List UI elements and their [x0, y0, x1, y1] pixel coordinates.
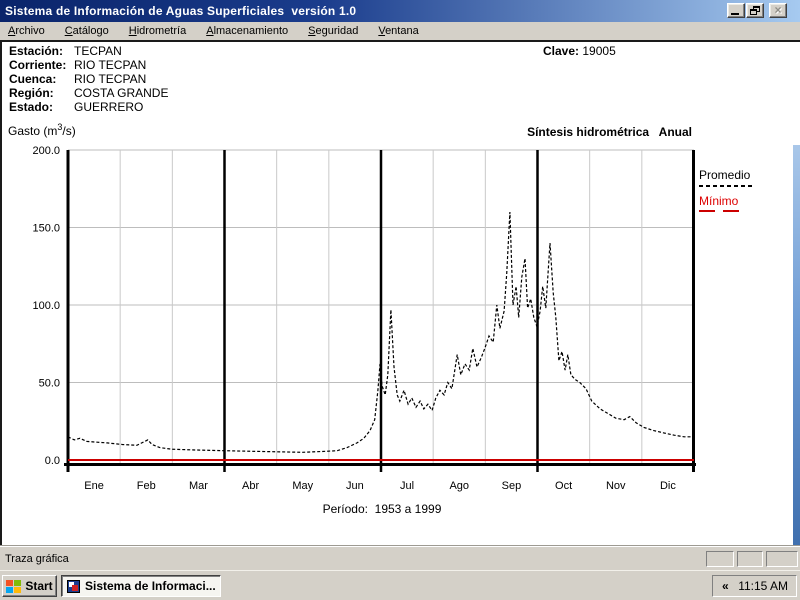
- info-label: Estado:: [9, 100, 54, 114]
- app-icon: [67, 579, 80, 593]
- legend-entry-minimo: Mínimo: [699, 194, 753, 212]
- system-tray: « 11:15 AM: [712, 575, 797, 597]
- y-tick-label: 50.0: [39, 378, 60, 390]
- legend-entry-promedio: Promedio: [699, 168, 753, 187]
- taskbar-clock: 11:15 AM: [738, 579, 788, 593]
- info-label: Cuenca:: [9, 72, 57, 86]
- menu-item-rest: atálogo: [72, 25, 109, 37]
- month-label: Ene: [84, 480, 104, 492]
- chart-legend: Promedio Mínimo: [699, 168, 753, 212]
- station-info-row: Cuenca: RIO TECPAN: [9, 72, 168, 86]
- menu-item-rest: idrometría: [136, 25, 187, 37]
- ylabel-suffix: /s): [62, 124, 76, 138]
- start-button-label: Start: [25, 579, 53, 593]
- info-value: RIO TECPAN: [74, 72, 147, 86]
- menu-item-accel: S: [308, 25, 316, 37]
- menu-item-rest: entana: [385, 25, 419, 37]
- menu-item-almacenamiento[interactable]: Almacenamiento: [201, 24, 293, 38]
- menu-bar: Archivo Catálogo Hidrometría Almacenamiento…: [0, 22, 800, 40]
- month-label: Jun: [346, 480, 364, 492]
- menu-item-rest: eguridad: [315, 25, 359, 37]
- month-label: Jul: [400, 480, 414, 492]
- info-value: GUERRERO: [74, 100, 144, 114]
- info-value: RIO TECPAN: [74, 58, 147, 72]
- screen: Sistema de Información de Aguas Superfic…: [0, 0, 800, 600]
- month-label: Abr: [242, 480, 259, 492]
- month-label: Ago: [449, 480, 469, 492]
- station-info-row: Estación: TECPAN: [9, 44, 168, 58]
- window-title: Sistema de Información de Aguas Superfic…: [5, 4, 357, 18]
- status-panel: [737, 551, 763, 567]
- menu-item-rest: rchivo: [15, 25, 45, 37]
- windows-logo-icon: [6, 579, 22, 593]
- station-clave: Clave: 19005: [543, 44, 616, 58]
- month-label: Feb: [137, 480, 156, 492]
- status-panel: [706, 551, 734, 567]
- menu-item-ventana[interactable]: Ventana: [373, 24, 423, 38]
- clave-value: 19005: [582, 44, 616, 58]
- menu-item-catalogo[interactable]: Catálogo: [60, 24, 114, 38]
- tray-collapse-chevron[interactable]: «: [722, 579, 729, 593]
- info-label: Estación:: [9, 44, 64, 58]
- flag-quadrant: [14, 579, 22, 586]
- content-area: Estación: TECPAN Corriente: RIO TECPAN Cuenc…: [0, 40, 800, 547]
- menu-item-accel: H: [128, 25, 137, 37]
- info-label: Región:: [9, 86, 54, 100]
- menu-item-rest: lmacenamiento: [213, 25, 289, 37]
- month-label: May: [292, 480, 313, 492]
- taskbar-app-button[interactable]: Sistema de Informaci...: [61, 575, 221, 597]
- menu-item-accel: A: [206, 25, 214, 37]
- y-tick-label: 150.0: [32, 223, 60, 235]
- taskbar: Start Sistema de Informaci... « 11:15 AM: [0, 570, 800, 600]
- menu-item-hidrometria[interactable]: Hidrometría: [124, 24, 191, 38]
- minimize-button[interactable]: [727, 3, 745, 18]
- status-panel: [766, 551, 798, 567]
- station-info-row: Corriente: RIO TECPAN: [9, 58, 168, 72]
- station-info-row: Región: COSTA GRANDE: [9, 86, 168, 100]
- month-label: Mar: [189, 480, 208, 492]
- y-tick-label: 0.0: [45, 455, 60, 467]
- month-label: Nov: [606, 480, 626, 492]
- legend-promedio-label: Promedio: [699, 168, 751, 182]
- minimo-line-sample: [699, 210, 745, 212]
- close-button[interactable]: ×: [769, 3, 787, 18]
- close-icon: ×: [774, 3, 782, 17]
- info-value: COSTA GRANDE: [74, 86, 169, 100]
- desktop-edge-strip: [793, 145, 800, 547]
- minimize-icon: [731, 13, 739, 15]
- status-bar: Traza gráfica: [0, 545, 800, 570]
- month-label: Sep: [502, 480, 522, 492]
- station-info: Estación: TECPAN Corriente: RIO TECPAN Cuenc…: [9, 44, 168, 114]
- legend-minimo-label: Mínimo: [699, 194, 739, 208]
- month-label: Oct: [555, 480, 572, 492]
- station-info-row: Estado: GUERRERO: [9, 100, 168, 114]
- flag-quadrant: [6, 586, 14, 593]
- chart-caption: Período: 1953 a 1999: [322, 502, 442, 516]
- y-tick-label: 200.0: [32, 145, 60, 157]
- taskbar-app-label: Sistema de Informaci...: [85, 579, 216, 593]
- menu-item-seguridad[interactable]: Seguridad: [303, 24, 363, 38]
- start-button[interactable]: Start: [2, 575, 57, 597]
- chart: 200.0 150.0 100.0 50.0 0.0 Ene Feb Mar Abr May Jun…: [32, 145, 696, 492]
- promedio-line-sample: [699, 185, 753, 187]
- clave-label: Clave:: [543, 44, 580, 58]
- menu-item-accel: C: [64, 25, 73, 37]
- restore-button[interactable]: [746, 3, 764, 18]
- y-tick-label: 100.0: [32, 300, 60, 312]
- window-titlebar[interactable]: Sistema de Información de Aguas Superfic…: [0, 0, 800, 22]
- restore-icon: [750, 6, 760, 15]
- ylabel-prefix: Gasto (m: [8, 124, 58, 138]
- month-label: Dic: [660, 480, 676, 492]
- menu-item-archivo[interactable]: Archivo: [3, 24, 50, 38]
- flag-quadrant: [14, 586, 22, 593]
- info-label: Corriente:: [9, 58, 67, 72]
- flag-quadrant: [6, 579, 14, 586]
- status-text: Traza gráfica: [5, 553, 69, 565]
- y-axis-title: Gasto (m3/s): [8, 122, 76, 138]
- chart-title: Síntesis hidrométrica Anual: [527, 125, 692, 139]
- info-value: TECPAN: [74, 44, 122, 58]
